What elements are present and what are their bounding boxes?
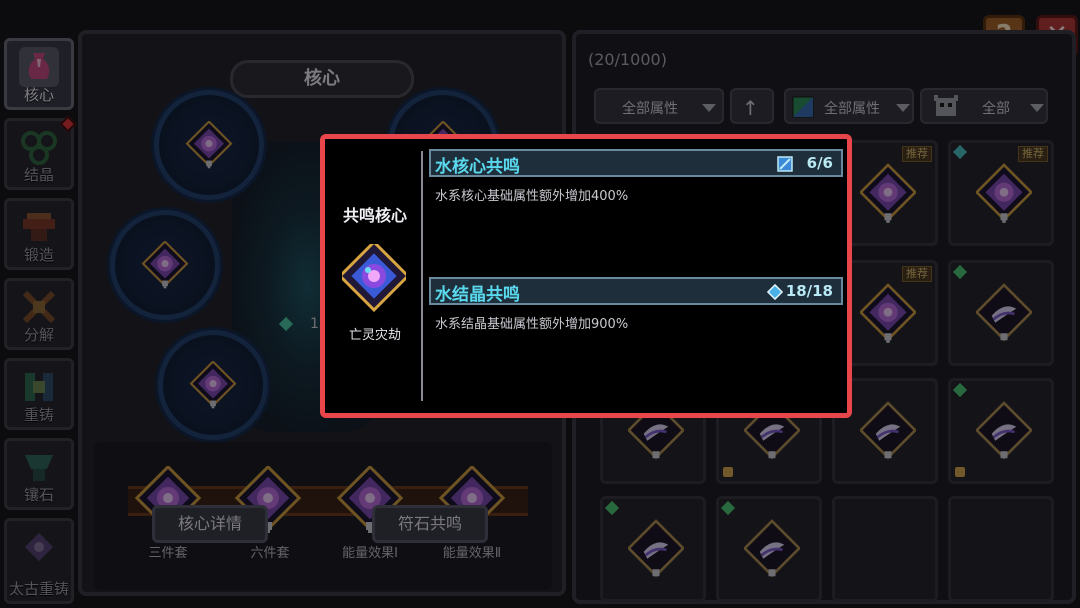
water-crystal-resonance-bar: 水结晶共鸣 18/18 bbox=[429, 277, 843, 305]
divider bbox=[421, 151, 423, 401]
resonance-count: 18/18 bbox=[785, 282, 833, 300]
core-item-name: 亡灵灾劫 bbox=[348, 328, 401, 343]
water-core-icon bbox=[777, 156, 793, 172]
resonance-count: 6/6 bbox=[806, 154, 833, 172]
resonance-title: 水核心共鸣 bbox=[435, 157, 520, 177]
resonance-description: 水系结晶基础属性额外增加900% bbox=[435, 317, 629, 332]
resonance-popup: 共鸣核心 亡灵灾劫 水核心共鸣 6/6 水系核心基础属性额外增加400% 水结晶… bbox=[320, 134, 852, 418]
water-core-resonance-bar: 水核心共鸣 6/6 bbox=[429, 149, 843, 177]
resonance-title: 水结晶共鸣 bbox=[435, 285, 520, 305]
water-crystal-icon bbox=[767, 284, 783, 300]
popup-heading: 共鸣核心 bbox=[342, 206, 407, 225]
popup-core-info: 共鸣核心 亡灵灾劫 bbox=[330, 144, 420, 408]
resonance-description: 水系核心基础属性额外增加400% bbox=[435, 189, 629, 204]
core-gem-icon bbox=[342, 244, 406, 312]
